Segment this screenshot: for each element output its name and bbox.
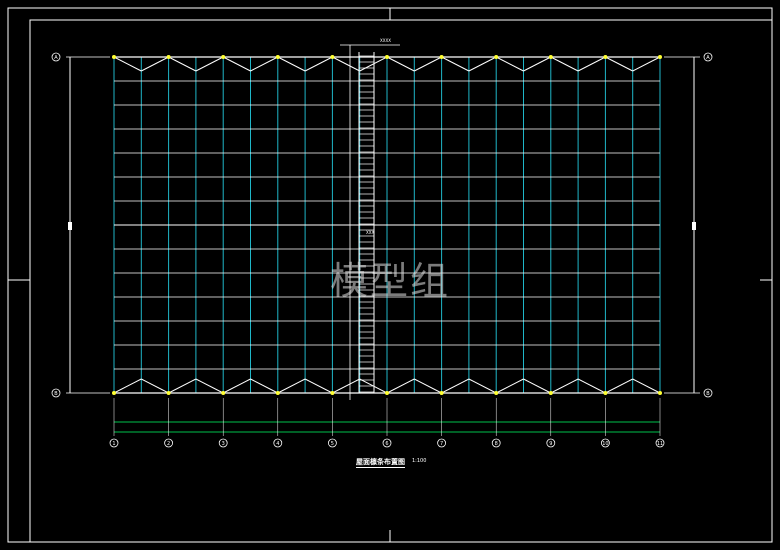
brace-top — [332, 56, 360, 72]
brace-bottom — [113, 378, 142, 394]
brace-top — [468, 56, 497, 72]
column-marker — [166, 391, 171, 395]
axis-bubble-label: 1 — [112, 441, 115, 447]
axis-bubble-label: A — [54, 55, 58, 61]
axis-bubble-label: 9 — [549, 441, 552, 447]
axis-bubble-label: 7 — [440, 441, 443, 447]
plan-title: 屋面檩条布置图 — [356, 458, 405, 468]
dim-tick-right — [692, 222, 696, 230]
cad-viewport[interactable]: A B A B 1 2 3 4 5 6 7 8 9 10 11 模型组 屋面檩条布置图 1:100 XXXX… — [0, 0, 780, 550]
axis-bubble-label: 4 — [276, 441, 279, 447]
column-marker — [166, 55, 171, 59]
watermark-text: 模型组 — [330, 259, 451, 303]
brace-bottom — [632, 378, 661, 394]
column-marker — [275, 391, 280, 395]
axis-bubble-label: 10 — [602, 441, 608, 447]
column-marker — [494, 391, 499, 395]
column-marker — [439, 391, 444, 395]
brace-bottom — [523, 378, 552, 394]
brace-bottom — [441, 378, 470, 394]
column-marker — [221, 55, 226, 59]
brace-bottom — [168, 378, 197, 394]
brace-bottom — [332, 378, 360, 394]
column-marker — [385, 55, 389, 59]
column-marker — [603, 55, 608, 59]
brace-top — [277, 56, 306, 72]
dim-tick-left — [68, 222, 72, 230]
brace-top — [550, 56, 579, 72]
brace-bottom — [468, 378, 497, 394]
column-marker — [330, 55, 335, 59]
brace-bottom — [304, 378, 333, 394]
axis-bubble-label: 6 — [385, 441, 388, 447]
brace-top — [113, 56, 142, 72]
brace-top — [250, 56, 279, 72]
column-marker — [494, 55, 499, 59]
column-marker — [330, 391, 335, 395]
brace-bottom — [550, 378, 579, 394]
axis-bubble-label: 2 — [167, 441, 170, 447]
brace-bottom — [195, 378, 224, 394]
brace-bottom — [277, 378, 306, 394]
mid-note: XXX — [366, 230, 375, 235]
brace-top — [605, 56, 633, 72]
brace-top — [141, 56, 169, 72]
column-marker — [385, 391, 389, 395]
brace-top — [195, 56, 224, 72]
axis-bubble-label: A — [706, 55, 710, 61]
brace-top — [359, 56, 388, 72]
brace-top — [632, 56, 661, 72]
column-marker — [603, 391, 608, 395]
column-marker — [439, 55, 444, 59]
column-marker — [275, 55, 280, 59]
axis-bubble-label: 8 — [495, 441, 498, 447]
brace-top — [577, 56, 606, 72]
column-marker — [658, 55, 662, 59]
axis-bubble-label: 3 — [222, 441, 225, 447]
brace-top — [386, 56, 415, 72]
top-note: XXXX — [380, 38, 391, 43]
brace-top — [222, 56, 251, 72]
brace-top — [414, 56, 442, 72]
brace-bottom — [250, 378, 279, 394]
column-marker — [112, 55, 116, 59]
axis-bubble-label: B — [54, 391, 58, 397]
brace-top — [495, 56, 524, 72]
brace-top — [441, 56, 470, 72]
brace-bottom — [414, 378, 442, 394]
axis-bubble-label: 5 — [331, 441, 334, 447]
brace-bottom — [605, 378, 633, 394]
brace-bottom — [495, 378, 524, 394]
brace-bottom — [141, 378, 169, 394]
axis-bubble-label: B — [706, 391, 710, 397]
brace-bottom — [577, 378, 606, 394]
axis-bubble-label: 11 — [657, 441, 663, 447]
brace-top — [304, 56, 333, 72]
brace-top — [168, 56, 197, 72]
column-marker — [548, 391, 553, 395]
brace-bottom — [386, 378, 415, 394]
column-marker — [548, 55, 553, 59]
plan-scale: 1:100 — [412, 458, 427, 464]
column-marker — [658, 391, 662, 395]
brace-top — [523, 56, 552, 72]
column-marker — [221, 391, 226, 395]
column-marker — [112, 391, 116, 395]
brace-bottom — [222, 378, 251, 394]
